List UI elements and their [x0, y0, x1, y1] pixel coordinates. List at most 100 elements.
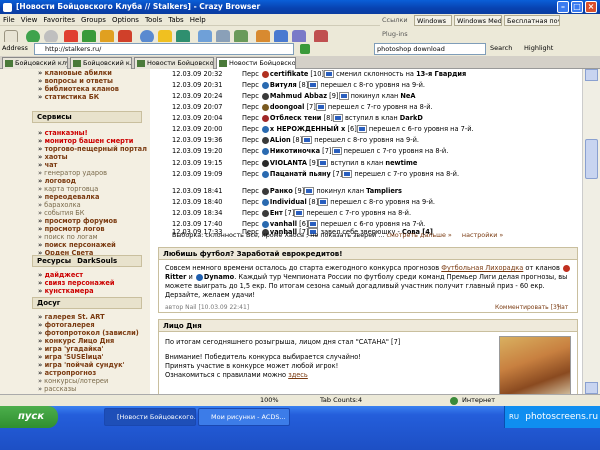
- zoom-level[interactable]: 100%: [260, 395, 279, 406]
- link-free-mail[interactable]: Бесплатная почта: [504, 15, 560, 26]
- info-icon[interactable]: [356, 125, 367, 133]
- sidebar-link[interactable]: конкурс Лицо Дня: [38, 337, 115, 345]
- sidebar-link[interactable]: свияз персонажей: [38, 279, 115, 287]
- task-browser[interactable]: [Новости Бойцовского...: [104, 408, 196, 426]
- scroll-thumb[interactable]: [585, 139, 598, 179]
- info-icon[interactable]: [318, 159, 329, 167]
- sidebar-link[interactable]: вопросы и ответы: [38, 77, 113, 85]
- sidebar-link[interactable]: галерея St. ART: [38, 313, 105, 321]
- log-nick[interactable]: VIOLANTA: [270, 159, 307, 167]
- start-button[interactable]: пуск: [0, 406, 58, 428]
- info-icon[interactable]: [338, 92, 349, 100]
- sidebar-link[interactable]: генератор ударов: [38, 169, 107, 177]
- log-tail[interactable]: DarkD: [400, 114, 423, 122]
- tab-2[interactable]: Бойцовский клуб: [70, 57, 132, 69]
- sidebar-link[interactable]: клановые абилки: [38, 69, 112, 77]
- sidebar-link[interactable]: игра 'угадайка': [38, 345, 104, 353]
- address-input[interactable]: http://stalkers.ru/: [34, 43, 294, 55]
- info-icon[interactable]: [331, 147, 342, 155]
- sidebar-link[interactable]: конкурсы/лотереи: [38, 377, 108, 385]
- log-nick[interactable]: Mahmud Abbaz: [270, 92, 327, 100]
- sidebar-link[interactable]: библиотека кланов: [38, 85, 119, 93]
- close-button[interactable]: ×: [585, 1, 597, 13]
- clan-dynamo[interactable]: Dynamo: [204, 273, 234, 281]
- sidebar-link[interactable]: события БК: [38, 209, 84, 217]
- see-more-link[interactable]: смотреть дальше »: [386, 231, 451, 239]
- sidebar-link[interactable]: карта торговца: [38, 185, 98, 193]
- info-icon[interactable]: [318, 198, 329, 206]
- log-tail[interactable]: Tampliers: [366, 187, 402, 195]
- sidebar-link[interactable]: фотопротокол (зависли): [38, 329, 139, 337]
- comment-link[interactable]: Комментировать [3]: [495, 304, 559, 311]
- rules-link[interactable]: здесь: [288, 371, 308, 379]
- log-nick[interactable]: х НЕРОЖДЕННЫЙ х: [270, 125, 345, 133]
- sidebar-link[interactable]: переодевалка: [38, 193, 100, 201]
- info-icon[interactable]: [294, 209, 305, 217]
- info-icon[interactable]: [332, 114, 343, 122]
- sidebar-link[interactable]: станкаэны!: [38, 129, 88, 137]
- go-icon[interactable]: [300, 44, 310, 54]
- sidebar-link[interactable]: логовод: [38, 177, 76, 185]
- log-nick[interactable]: Витуля: [270, 81, 297, 89]
- menu-view[interactable]: View: [18, 14, 41, 26]
- menu-tools[interactable]: Tools: [142, 14, 165, 26]
- scroll-up-button[interactable]: [585, 69, 598, 81]
- menu-options[interactable]: Options: [109, 14, 142, 26]
- clan-ritter[interactable]: Ritter: [165, 273, 186, 281]
- info-icon[interactable]: [342, 170, 353, 178]
- tab-3[interactable]: Новости Бойцовско...: [134, 57, 214, 69]
- chat-link[interactable]: Чат: [557, 304, 568, 311]
- log-nick[interactable]: Отблеск тени: [270, 114, 321, 122]
- page-scrollbar[interactable]: [582, 69, 600, 394]
- sidebar-link[interactable]: поиск персонажей: [38, 241, 116, 249]
- sidebar-link[interactable]: просмотр форумов: [38, 217, 118, 225]
- log-tail[interactable]: newtime: [385, 159, 417, 167]
- log-nick[interactable]: Ент: [270, 209, 283, 217]
- info-icon[interactable]: [315, 103, 326, 111]
- sidebar-link[interactable]: просмотр логов: [38, 225, 105, 233]
- darksouls-brand[interactable]: DarkSouls: [77, 257, 117, 265]
- link-windows-media[interactable]: Windows Media: [454, 15, 502, 26]
- football-contest-link[interactable]: Футбольная Лихорадка: [441, 264, 523, 272]
- sidebar-link[interactable]: монитор башен смерти: [38, 137, 134, 145]
- search-button[interactable]: Search: [490, 44, 512, 52]
- face-photo[interactable]: [499, 336, 571, 394]
- menu-favorites[interactable]: Favorites: [40, 14, 78, 26]
- maximize-button[interactable]: □: [571, 1, 583, 13]
- link-windows[interactable]: Windows: [414, 15, 452, 26]
- sidebar-link[interactable]: кунсткамера: [38, 287, 94, 295]
- settings-link[interactable]: настройки »: [462, 231, 503, 239]
- log-nick[interactable]: Никотиночка: [270, 147, 320, 155]
- sidebar-link[interactable]: игра 'SUSElица': [38, 353, 104, 361]
- info-icon[interactable]: [302, 136, 313, 144]
- menu-groups[interactable]: Groups: [78, 14, 109, 26]
- sidebar-link[interactable]: статистика БК: [38, 93, 100, 101]
- sidebar-link[interactable]: игра 'пойчай сундук': [38, 361, 125, 369]
- log-nick[interactable]: Пацанатй пьяну: [270, 170, 331, 178]
- log-nick[interactable]: doongoal: [270, 103, 304, 111]
- sidebar-link[interactable]: торгово-пещерный портал: [38, 145, 147, 153]
- log-nick[interactable]: certifikate: [270, 70, 308, 78]
- menu-help[interactable]: Help: [187, 14, 209, 26]
- sidebar-link[interactable]: рассказы: [38, 385, 76, 393]
- log-tail[interactable]: NeA: [400, 92, 415, 100]
- sidebar-link[interactable]: хаоты: [38, 153, 68, 161]
- sidebar-link[interactable]: поиск по логам: [38, 233, 98, 241]
- info-icon[interactable]: [308, 81, 319, 89]
- menu-file[interactable]: File: [0, 14, 18, 26]
- language-indicator[interactable]: RU: [509, 413, 519, 421]
- minimize-button[interactable]: –: [557, 1, 569, 13]
- tab-1[interactable]: Бойцовский клуб: [2, 57, 68, 69]
- sidebar-link[interactable]: чат: [38, 161, 58, 169]
- search-input[interactable]: photoshop download: [374, 43, 486, 55]
- info-icon[interactable]: [304, 187, 315, 195]
- sidebar-link[interactable]: астропрогноз: [38, 369, 97, 377]
- sidebar-link[interactable]: барахолка: [38, 201, 81, 209]
- tab-4[interactable]: Новости Бойцовско...: [216, 57, 296, 69]
- log-nick[interactable]: Individual: [270, 198, 307, 206]
- sidebar-link[interactable]: дайджест: [38, 271, 83, 279]
- log-nick[interactable]: ALion: [270, 136, 291, 144]
- log-tail[interactable]: 13-я Гвардия: [416, 70, 466, 78]
- info-icon[interactable]: [323, 70, 334, 78]
- highlight-button[interactable]: Highlight: [524, 44, 553, 52]
